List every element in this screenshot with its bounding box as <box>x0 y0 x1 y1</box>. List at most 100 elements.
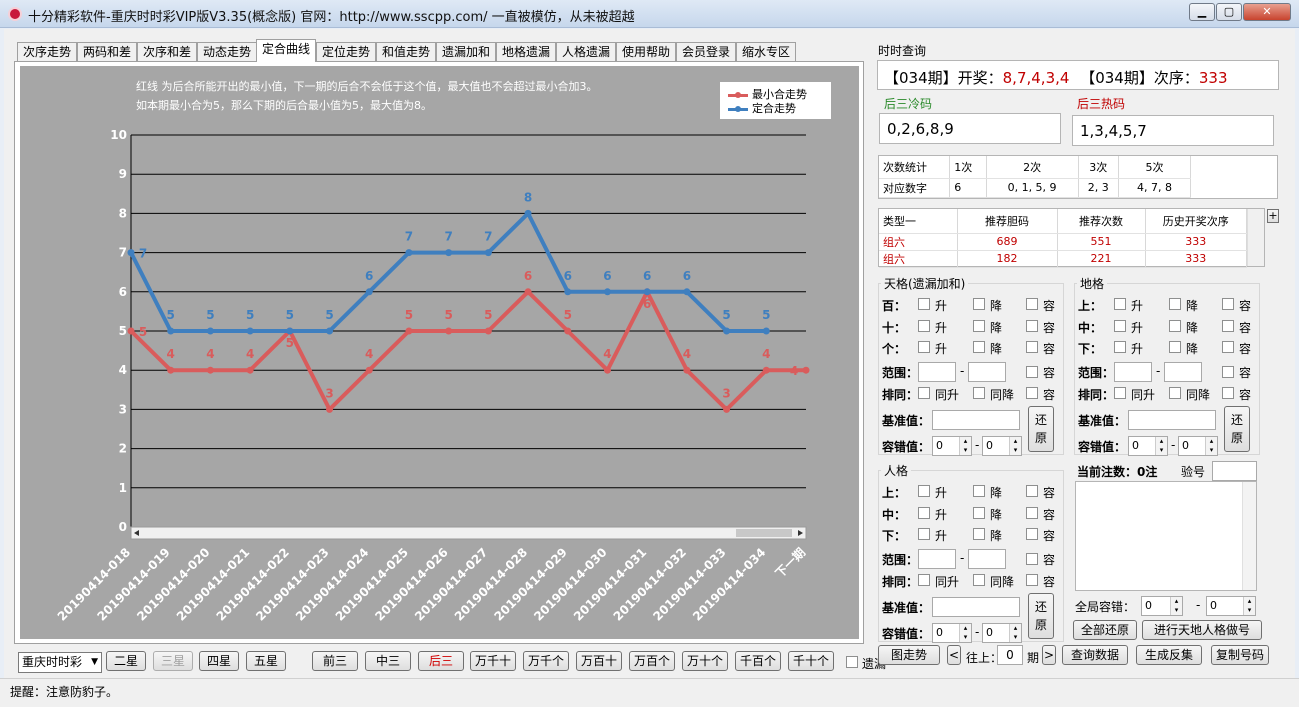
reset-all-button[interactable]: 全部还原 <box>1073 620 1137 640</box>
dige-tol-checkbox[interactable] <box>1222 298 1234 310</box>
filter-button-8[interactable]: 万千个 <box>523 651 569 671</box>
invert-set-button[interactable]: 生成反集 <box>1136 645 1202 665</box>
dige-range-max-input[interactable] <box>1164 361 1202 382</box>
dige-up-checkbox[interactable] <box>1114 298 1126 310</box>
recommend-table[interactable]: 类型一 推荐胆码 推荐次数 历史开奖次序 组六 689 551 333 组六 182 221 33… <box>878 208 1265 268</box>
tiange-down-checkbox[interactable] <box>973 298 985 310</box>
renge-same-up-checkbox[interactable] <box>918 573 930 586</box>
filter-button-4[interactable]: 前三 <box>312 651 358 671</box>
tiange-restore-button[interactable]: 还原 <box>1028 405 1054 452</box>
chart-scrollbar[interactable] <box>130 526 807 540</box>
filter-button-13[interactable]: 千十个 <box>788 651 834 671</box>
tiange-up-checkbox[interactable] <box>918 341 930 353</box>
renge-tol-max-spinner[interactable]: 0 <box>982 622 1022 643</box>
dige-up-checkbox[interactable] <box>1114 319 1126 332</box>
tiange-tol-checkbox[interactable] <box>1026 319 1038 332</box>
filter-button-12[interactable]: 千百个 <box>735 651 781 671</box>
filter-button-6[interactable]: 后三 <box>418 651 464 671</box>
dige-base-input[interactable] <box>1128 409 1216 430</box>
renge-up-checkbox[interactable] <box>918 528 930 540</box>
minimize-button[interactable]: ▁ <box>1189 3 1215 21</box>
dige-down-checkbox[interactable] <box>1169 298 1181 310</box>
rec-cell[interactable]: 182 <box>957 250 1058 268</box>
renge-tol-checkbox[interactable] <box>1026 528 1038 540</box>
tiange-same-up-checkbox[interactable] <box>918 386 930 399</box>
filter-button-3[interactable]: 五星 <box>246 651 286 671</box>
global-tol-min-spinner[interactable]: 0 <box>1141 596 1183 616</box>
rec-scrollbar[interactable] <box>1247 209 1264 266</box>
dige-same-down-checkbox[interactable] <box>1169 386 1181 399</box>
query-data-button[interactable]: 查询数据 <box>1062 645 1128 665</box>
renge-base-input[interactable] <box>932 596 1020 617</box>
chart-trend-button[interactable]: 图走势 <box>878 645 940 665</box>
tiange-range-min-input[interactable] <box>918 361 956 382</box>
dige-restore-button[interactable]: 还原 <box>1224 405 1250 452</box>
filter-button-11[interactable]: 万十个 <box>682 651 728 671</box>
renge-down-checkbox[interactable] <box>973 528 985 540</box>
tiange-range-max-input[interactable] <box>968 361 1006 382</box>
renge-up-checkbox[interactable] <box>918 506 930 519</box>
renge-down-checkbox[interactable] <box>973 506 985 519</box>
filter-button-1[interactable]: 三星 <box>153 651 193 671</box>
rec-cell[interactable]: 333 <box>1145 233 1247 251</box>
dige-tol-checkbox[interactable] <box>1222 341 1234 353</box>
rec-cell[interactable]: 689 <box>957 233 1058 251</box>
next-button[interactable]: > <box>1042 645 1056 665</box>
dige-down-checkbox[interactable] <box>1169 319 1181 332</box>
renge-tol-checkbox[interactable] <box>1026 506 1038 519</box>
tiange-down-checkbox[interactable] <box>973 319 985 332</box>
global-tol-max-spinner[interactable]: 0 <box>1206 596 1256 616</box>
result-scrollbar[interactable] <box>1242 482 1256 590</box>
tiange-tol-max-spinner[interactable]: 0 <box>982 435 1022 456</box>
filter-button-5[interactable]: 中三 <box>365 651 411 671</box>
renge-up-checkbox[interactable] <box>918 485 930 497</box>
renge-range-max-input[interactable] <box>968 548 1006 569</box>
filter-button-9[interactable]: 万百十 <box>576 651 622 671</box>
tiange-same-down-checkbox[interactable] <box>973 386 985 399</box>
dige-range-tol-checkbox[interactable] <box>1222 365 1234 378</box>
tiange-up-checkbox[interactable] <box>918 319 930 332</box>
dige-range-min-input[interactable] <box>1114 361 1152 382</box>
back-period-input[interactable]: 0 <box>997 645 1023 665</box>
tiange-base-input[interactable] <box>932 409 1020 430</box>
dige-tol-min-spinner[interactable]: 0 <box>1128 435 1168 456</box>
renge-range-min-input[interactable] <box>918 548 956 569</box>
maximize-button[interactable]: ▢ <box>1216 3 1242 21</box>
prev-button[interactable]: < <box>947 645 961 665</box>
dige-same-tol-checkbox[interactable] <box>1222 386 1234 399</box>
renge-same-tol-checkbox[interactable] <box>1026 573 1038 586</box>
tiange-same-tol-checkbox[interactable] <box>1026 386 1038 399</box>
filter-button-10[interactable]: 万百个 <box>629 651 675 671</box>
dige-tol-checkbox[interactable] <box>1222 319 1234 332</box>
verify-input[interactable] <box>1212 461 1257 481</box>
dige-tol-max-spinner[interactable]: 0 <box>1178 435 1218 456</box>
tiange-tol-checkbox[interactable] <box>1026 341 1038 353</box>
tiange-up-checkbox[interactable] <box>918 298 930 310</box>
tiange-range-tol-checkbox[interactable] <box>1026 365 1038 378</box>
tab-4[interactable]: 定合曲线 <box>256 39 316 62</box>
result-textarea[interactable] <box>1075 481 1257 591</box>
filter-button-0[interactable]: 二星 <box>106 651 146 671</box>
tiange-tol-min-spinner[interactable]: 0 <box>932 435 972 456</box>
dige-same-up-checkbox[interactable] <box>1114 386 1126 399</box>
renge-range-tol-checkbox[interactable] <box>1026 552 1038 565</box>
rec-cell[interactable]: 组六 <box>879 233 958 251</box>
lottery-select[interactable]: 重庆时时彩 <box>18 652 102 673</box>
dige-up-checkbox[interactable] <box>1114 341 1126 353</box>
generate-tdr-button[interactable]: 进行天地人格做号 <box>1142 620 1262 640</box>
renge-tol-min-spinner[interactable]: 0 <box>932 622 972 643</box>
tiange-tol-checkbox[interactable] <box>1026 298 1038 310</box>
expand-button[interactable]: + <box>1267 209 1279 223</box>
dige-down-checkbox[interactable] <box>1169 341 1181 353</box>
renge-down-checkbox[interactable] <box>973 485 985 497</box>
rec-cell[interactable]: 333 <box>1145 250 1247 268</box>
copy-numbers-button[interactable]: 复制号码 <box>1211 645 1269 665</box>
chart-scroll-thumb[interactable] <box>736 529 792 537</box>
rec-cell[interactable]: 221 <box>1057 250 1146 268</box>
close-button[interactable]: ✕ <box>1243 3 1291 21</box>
renge-same-down-checkbox[interactable] <box>973 573 985 586</box>
renge-restore-button[interactable]: 还原 <box>1028 592 1054 639</box>
filter-button-2[interactable]: 四星 <box>199 651 239 671</box>
rec-cell[interactable]: 551 <box>1057 233 1146 251</box>
tiange-down-checkbox[interactable] <box>973 341 985 353</box>
